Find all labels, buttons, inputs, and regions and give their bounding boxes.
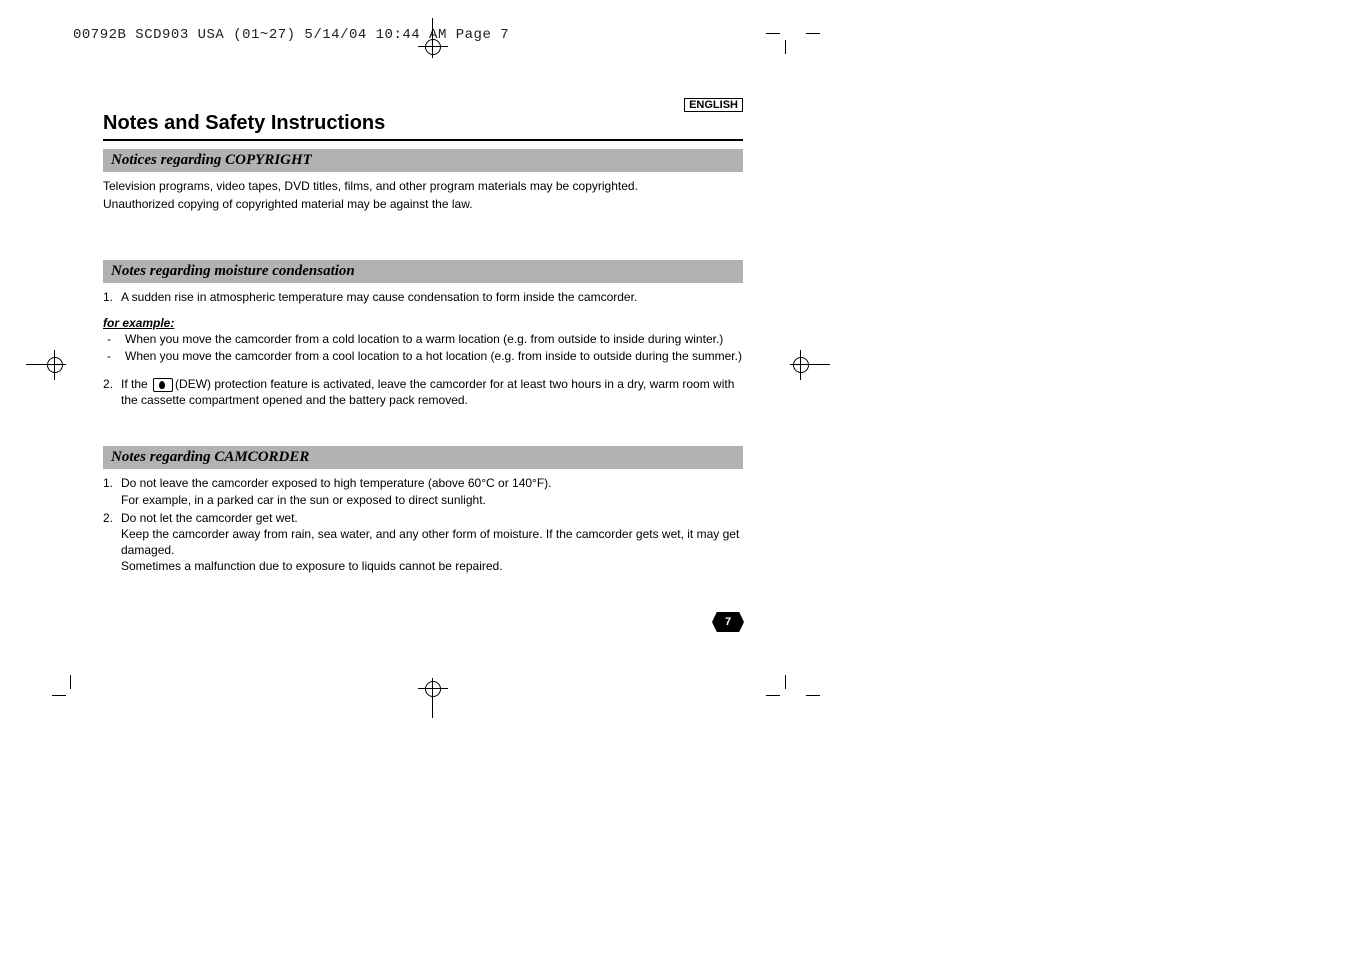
crop-tick bbox=[766, 33, 780, 34]
list-number: 1. bbox=[103, 475, 121, 507]
dash-marker: - bbox=[103, 331, 125, 347]
text-line: Keep the camcorder away from rain, sea w… bbox=[121, 527, 739, 557]
list-number: 1. bbox=[103, 289, 121, 305]
list-text: If the (DEW) protection feature is activ… bbox=[121, 376, 743, 408]
text-line: Do not let the camcorder get wet. bbox=[121, 511, 298, 525]
moisture-dash-2: - When you move the camcorder from a coo… bbox=[103, 348, 743, 364]
crop-tick bbox=[70, 675, 71, 689]
crop-mark-bottom-center bbox=[418, 678, 448, 718]
section-header-camcorder: Notes regarding CAMCORDER bbox=[103, 446, 743, 469]
dew-icon bbox=[153, 378, 173, 392]
copyright-text-2: Unauthorized copying of copyrighted mate… bbox=[103, 196, 743, 212]
language-box: ENGLISH bbox=[684, 98, 743, 112]
page-content: ENGLISH Notes and Safety Instructions No… bbox=[103, 98, 743, 574]
crop-tick bbox=[52, 695, 66, 696]
dash-marker: - bbox=[103, 348, 125, 364]
section-header-copyright: Notices regarding COPYRIGHT bbox=[103, 149, 743, 172]
list-text: A sudden rise in atmospheric temperature… bbox=[121, 289, 743, 305]
text-line: Do not leave the camcorder exposed to hi… bbox=[121, 476, 552, 490]
moisture-item-1: 1. A sudden rise in atmospheric temperat… bbox=[103, 289, 743, 305]
text-post: (DEW) protection feature is activated, l… bbox=[121, 377, 734, 407]
camcorder-item-2: 2. Do not let the camcorder get wet. Kee… bbox=[103, 510, 743, 575]
moisture-item-2: 2. If the (DEW) protection feature is ac… bbox=[103, 376, 743, 408]
crop-tick bbox=[806, 33, 820, 34]
crop-mark-left bbox=[26, 350, 66, 380]
page-title: Notes and Safety Instructions bbox=[103, 112, 743, 141]
for-example-label: for example: bbox=[103, 316, 743, 330]
crop-tick bbox=[785, 40, 786, 54]
section-header-moisture: Notes regarding moisture condensation bbox=[103, 260, 743, 283]
crop-tick bbox=[785, 675, 786, 689]
list-text: Do not let the camcorder get wet. Keep t… bbox=[121, 510, 743, 575]
list-text: Do not leave the camcorder exposed to hi… bbox=[121, 475, 743, 507]
text-line: For example, in a parked car in the sun … bbox=[121, 493, 486, 507]
crop-tick bbox=[766, 695, 780, 696]
list-number: 2. bbox=[103, 376, 121, 408]
moisture-dash-1: - When you move the camcorder from a col… bbox=[103, 331, 743, 347]
list-text: When you move the camcorder from a cold … bbox=[125, 331, 743, 347]
slug-line: 00792B SCD903 USA (01~27) 5/14/04 10:44 … bbox=[73, 27, 509, 43]
list-text: When you move the camcorder from a cool … bbox=[125, 348, 743, 364]
copyright-text-1: Television programs, video tapes, DVD ti… bbox=[103, 178, 743, 194]
page-number-badge: 7 bbox=[712, 612, 744, 632]
list-number: 2. bbox=[103, 510, 121, 575]
camcorder-item-1: 1. Do not leave the camcorder exposed to… bbox=[103, 475, 743, 507]
text-pre: If the bbox=[121, 377, 151, 391]
crop-mark-right bbox=[790, 350, 830, 380]
crop-tick bbox=[806, 695, 820, 696]
text-line: Sometimes a malfunction due to exposure … bbox=[121, 559, 503, 573]
